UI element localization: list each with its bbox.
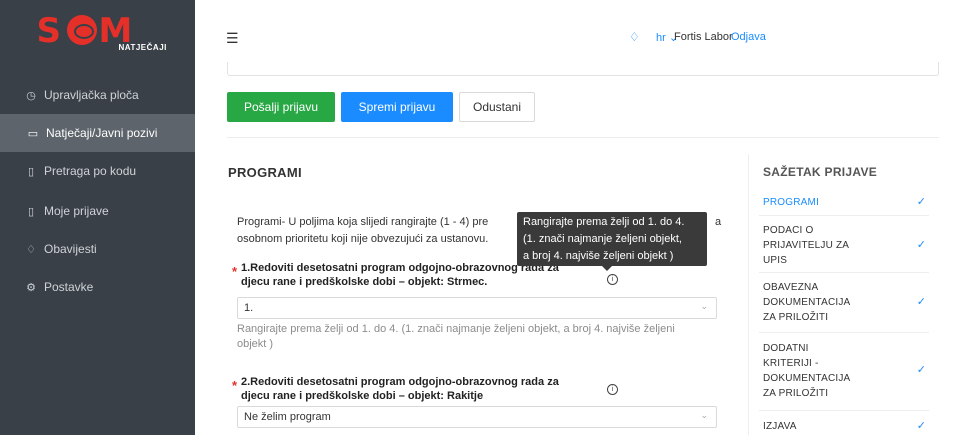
folder-icon: ▭ — [27, 127, 39, 140]
sidebar-item-code-search[interactable]: ▯ Pretraga po kodu — [0, 152, 195, 190]
gear-icon: ⚙ — [26, 281, 36, 294]
summary-item-label: UPIS — [763, 255, 788, 266]
sidebar-item-label: Obavijesti — [44, 242, 97, 256]
summary-item-label: KRITERIJI - — [763, 358, 819, 369]
summary-item-label: DOKUMENTACIJA — [763, 373, 851, 384]
logout-link[interactable]: Odjava — [731, 31, 766, 43]
sidebar-item-label: Postavke — [44, 280, 94, 294]
document-icon: ▯ — [27, 165, 35, 178]
logo-area: S M NATJEČAJI — [0, 0, 195, 62]
user-name: Fortis Labor — [674, 31, 733, 43]
summary-item-applicant-data[interactable]: PODACI O PRIJAVITELJU ZA UPIS — [763, 223, 927, 268]
question-2-select[interactable]: Ne želim program ⌄ — [237, 406, 717, 428]
question-2-line2: djecu rane i predškolske dobi – objekt: … — [241, 390, 484, 402]
question-1-select[interactable]: 1. ⌄ — [237, 297, 717, 319]
required-marker: * — [232, 378, 238, 393]
info-icon[interactable]: i — [607, 384, 618, 395]
summary-item-label: PROGRAMI — [763, 197, 820, 208]
check-icon: ✓ — [916, 296, 926, 308]
summary-item-label: IZJAVA — [763, 421, 797, 432]
check-icon: ✓ — [916, 239, 926, 251]
summary-item-required-docs[interactable]: OBAVEZNA DOKUMENTACIJA ZA PRILOŽITI — [763, 280, 927, 325]
summary-item-label: ZA PRILOŽITI — [763, 388, 829, 399]
summary-item-programs[interactable]: PROGRAMI — [763, 195, 927, 210]
topbar: ☰ ♢ hr ⌄ Fortis Labor Odjava — [195, 0, 968, 62]
section-title: PROGRAMI — [228, 165, 302, 180]
logo-subtitle: NATJEČAJI — [118, 43, 167, 52]
sidebar-item-my-applications[interactable]: ▯ Moje prijave — [0, 192, 195, 230]
main-content: Pošalji prijavu Spremi prijavu Odustani … — [195, 62, 968, 435]
divider — [759, 215, 929, 216]
summary-item-label: PODACI O — [763, 225, 814, 236]
summary-item-label: DODATNI — [763, 343, 809, 354]
menu-toggle-icon[interactable]: ☰ — [226, 30, 239, 47]
divider — [759, 272, 929, 273]
logo[interactable]: S M NATJEČAJI — [33, 9, 167, 53]
sidebar: S M NATJEČAJI ◷ Upravljačka ploča ▭ Natj… — [0, 0, 195, 435]
sidebar-item-label: Upravljačka ploča — [44, 88, 139, 102]
previous-field — [227, 62, 939, 76]
required-marker: * — [232, 264, 238, 279]
check-icon: ✓ — [916, 364, 926, 376]
summary-title: SAŽETAK PRIJAVE — [763, 165, 878, 179]
cancel-button[interactable]: Odustani — [459, 92, 535, 122]
sidebar-item-dashboard[interactable]: ◷ Upravljačka ploča — [0, 76, 195, 114]
notification-bell-icon[interactable]: ♢ — [629, 30, 640, 44]
summary-item-label: PRIJAVITELJU ZA — [763, 240, 850, 251]
sidebar-item-label: Natječaji/Javni pozivi — [46, 126, 158, 140]
question-1-help: Rangirajte prema želji od 1. do 4. (1. z… — [237, 322, 717, 352]
save-application-button[interactable]: Spremi prijavu — [341, 92, 453, 122]
dashboard-icon: ◷ — [26, 89, 36, 102]
sidebar-item-settings[interactable]: ⚙ Postavke — [0, 268, 195, 306]
language-code: hr — [656, 32, 666, 44]
logo-fish-icon — [66, 15, 97, 45]
question-1-line2: djecu rane i predškolske dobi – objekt: … — [241, 276, 488, 288]
info-tooltip: Rangirajte prema želji od 1. do 4. (1. z… — [517, 212, 707, 271]
help-line2: objekt ) — [237, 338, 274, 350]
bell-icon: ♢ — [26, 243, 36, 256]
sidebar-item-tenders[interactable]: ▭ Natječaji/Javni pozivi — [0, 114, 195, 152]
info-icon[interactable]: i — [607, 274, 618, 285]
summary-item-label: ZA PRILOŽITI — [763, 312, 829, 323]
document-icon: ▯ — [27, 205, 35, 218]
tooltip-line2: (1. znači najmanje željeni objekt, — [523, 233, 682, 245]
check-icon: ✓ — [916, 196, 926, 208]
selected-value: Ne želim program — [244, 411, 331, 423]
intro-line1-end: a — [715, 216, 722, 228]
summary-item-additional-criteria[interactable]: DODATNI KRITERIJI - DOKUMENTACIJA ZA PRI… — [763, 341, 927, 401]
divider — [759, 410, 929, 411]
summary-item-statement[interactable]: IZJAVA — [763, 419, 927, 434]
summary-item-label: OBAVEZNA — [763, 282, 819, 293]
question-2-line1: 2.Redoviti desetosatni program odgojno-o… — [241, 376, 559, 388]
sidebar-item-label: Pretraga po kodu — [44, 164, 137, 178]
intro-line1: Programi- U poljima koja slijedi rangira… — [237, 216, 489, 228]
divider — [759, 332, 929, 333]
help-line1: Rangirajte prema želji od 1. do 4. (1. z… — [237, 323, 675, 335]
divider — [227, 137, 939, 138]
check-icon: ✓ — [916, 420, 926, 432]
question-2-label: * 2.Redoviti desetosatni program odgojno… — [232, 375, 581, 403]
sidebar-item-notifications[interactable]: ♢ Obavijesti — [0, 230, 195, 268]
sidebar-item-label: Moje prijave — [44, 204, 109, 218]
tooltip-line3: a broj 4. najviše željeni objekt ) — [523, 250, 674, 262]
selected-value: 1. — [244, 302, 254, 314]
tooltip-line1: Rangirajte prema želji od 1. do 4. — [523, 216, 685, 228]
chevron-down-icon: ⌄ — [700, 410, 708, 420]
summary-item-label: DOKUMENTACIJA — [763, 297, 851, 308]
send-application-button[interactable]: Pošalji prijavu — [227, 92, 335, 122]
logo-letter-s: S — [36, 11, 62, 51]
chevron-down-icon: ⌄ — [700, 301, 708, 311]
application-summary: SAŽETAK PRIJAVE PROGRAMI ✓ PODACI O PRIJ… — [748, 154, 940, 435]
